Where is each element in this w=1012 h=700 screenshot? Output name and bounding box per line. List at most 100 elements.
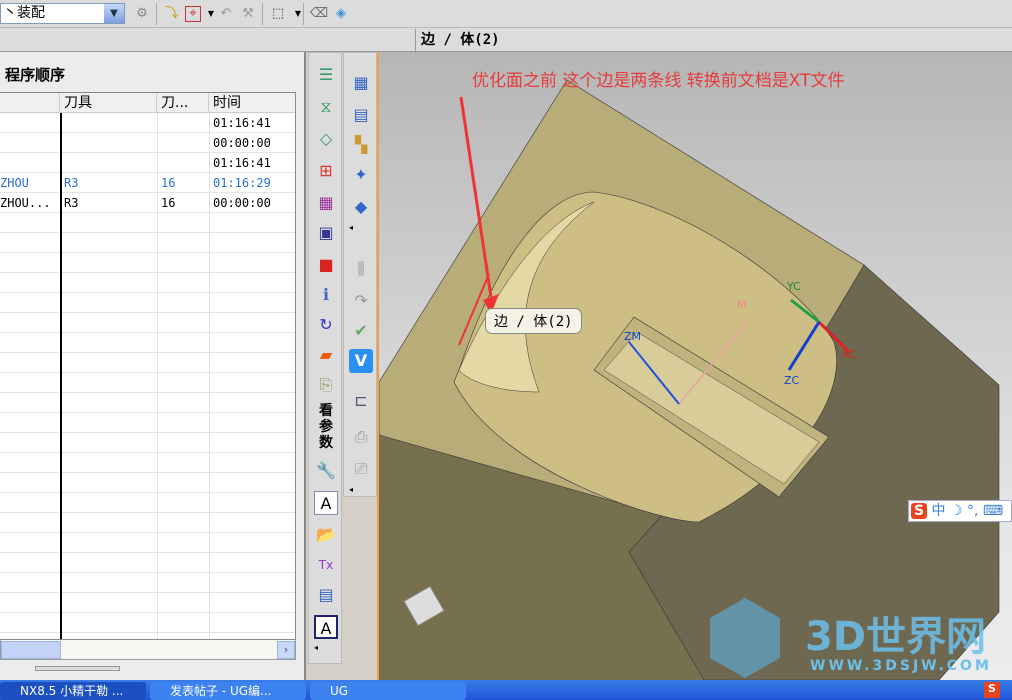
open-folder-icon[interactable]: 📂 xyxy=(314,523,338,547)
create-geometry-icon[interactable]: ▦ xyxy=(314,191,338,215)
table-row[interactable] xyxy=(0,273,295,293)
generate-path-icon[interactable]: ⫼ xyxy=(349,257,373,281)
column-header-tool[interactable]: 刀具 xyxy=(60,93,157,113)
tool-edit-icon[interactable]: 🔧 xyxy=(314,459,338,483)
table-row[interactable] xyxy=(0,593,295,613)
taskbar: NX8.5 小精干勒 ... 发表帖子 - UG编... UG S xyxy=(0,680,1012,700)
toolbar-more-icon[interactable]: ◂ xyxy=(314,643,318,652)
cell-tool: R3 xyxy=(64,176,79,190)
table-row[interactable]: ZHOU R3 16 01:16:29 xyxy=(0,173,295,193)
post-process-icon[interactable]: ⎘ xyxy=(314,373,338,397)
combo-arrow-button[interactable]: ▼ xyxy=(104,4,124,23)
cell-num: 16 xyxy=(161,176,176,190)
filter-icon[interactable]: ⤵ xyxy=(162,4,182,24)
table-row[interactable] xyxy=(0,573,295,593)
create-program-icon[interactable]: ▦ xyxy=(349,71,373,95)
table-row[interactable] xyxy=(0,433,295,453)
create-geometry2-icon[interactable]: ▚ xyxy=(349,133,373,157)
workpiece-icon[interactable]: ▣ xyxy=(314,221,338,245)
view-parameters-icon[interactable]: 看参数 xyxy=(317,403,335,451)
table-row[interactable] xyxy=(0,413,295,433)
table-row[interactable] xyxy=(0,613,295,633)
assembly-combo[interactable]: 丶装配 ▼ xyxy=(0,3,125,24)
undo-select-icon[interactable]: ↶ xyxy=(216,4,236,24)
cell-time: 00:00:00 xyxy=(213,196,271,210)
table-row[interactable] xyxy=(0,493,295,513)
keyboard-icon[interactable]: ⌨ xyxy=(983,503,1003,519)
taskbar-item-nx[interactable]: NX8.5 小精干勒 ... xyxy=(0,682,146,700)
method-view-icon[interactable]: ⊞ xyxy=(314,159,338,183)
panel-splitter[interactable] xyxy=(35,666,120,671)
table-row[interactable] xyxy=(0,313,295,333)
table-row[interactable] xyxy=(0,473,295,493)
table-row[interactable] xyxy=(0,513,295,533)
table-row[interactable] xyxy=(0,293,295,313)
rectangle-select-icon[interactable]: ⬚ xyxy=(268,4,288,24)
table-row[interactable] xyxy=(0,553,295,573)
navigator-title: 程序顺序 xyxy=(5,66,66,84)
ime-mode[interactable]: 中 xyxy=(932,503,946,519)
tray-sogou-icon[interactable]: S xyxy=(984,682,1000,698)
verify-path-icon[interactable]: ✔ xyxy=(349,319,373,343)
shop-doc-icon[interactable]: ⎙ xyxy=(349,425,373,449)
assembly-constraint-icon[interactable]: ⚙ xyxy=(132,4,152,24)
horizontal-scrollbar[interactable]: › xyxy=(0,640,296,660)
table-row[interactable] xyxy=(0,533,295,553)
create-method-icon[interactable]: ✦ xyxy=(349,163,373,187)
assembly-combo-value: 丶装配 xyxy=(3,5,45,21)
toolbar-more-icon[interactable]: ◂ xyxy=(349,223,353,232)
output-cls-icon[interactable]: ⎚ xyxy=(349,457,373,481)
table-row[interactable] xyxy=(0,353,295,373)
select-filter-icon[interactable]: ⌖ xyxy=(185,6,201,22)
geometry-view-icon[interactable]: ◇ xyxy=(314,127,338,151)
punctuation-toggle[interactable]: °, xyxy=(967,503,978,519)
table-row[interactable]: 00:00:00 xyxy=(0,133,295,153)
scrollbar-thumb[interactable] xyxy=(1,641,61,659)
replay-path-icon[interactable]: ↷ xyxy=(349,289,373,313)
cube-view-icon[interactable]: ◈ xyxy=(331,4,351,24)
text-edit-icon[interactable]: A xyxy=(314,491,338,515)
column-divider xyxy=(209,113,210,639)
graphics-viewport[interactable]: 优化面之前 这个边是两条线 转换前文档是XT文件 边 / 体(2) YC XC … xyxy=(377,52,1012,680)
info-icon[interactable]: ℹ xyxy=(314,283,338,307)
table-row[interactable] xyxy=(0,333,295,353)
column-header-tool-number[interactable]: 刀... xyxy=(157,93,209,113)
table-row[interactable] xyxy=(0,453,295,473)
table-row[interactable]: 01:16:41 xyxy=(0,113,295,133)
text-tool-icon[interactable]: Tx xyxy=(314,553,338,577)
dropdown-arrow-icon[interactable]: ▼ xyxy=(288,4,308,24)
tool-holder-icon[interactable]: ⊏ xyxy=(349,389,373,413)
table-row[interactable] xyxy=(0,373,295,393)
rotate-r-icon[interactable]: ↻ xyxy=(314,313,338,337)
table-row[interactable] xyxy=(0,233,295,253)
taskbar-item-ug[interactable]: UG xyxy=(310,682,466,700)
table-icon[interactable]: ▤ xyxy=(314,583,338,607)
3d-model[interactable] xyxy=(379,52,1012,680)
cell-name: ZHOU... xyxy=(0,196,51,210)
table-row[interactable] xyxy=(0,393,295,413)
program-order-view-icon[interactable]: ☰ xyxy=(314,63,338,87)
column-header-time[interactable]: 时间 xyxy=(209,93,295,113)
ime-status-bar[interactable]: S 中 ☽ °, ⌨ xyxy=(908,500,1012,522)
annotation-a-icon[interactable]: A xyxy=(314,615,338,639)
table-row[interactable] xyxy=(0,213,295,233)
snap-icon[interactable]: ⚒ xyxy=(238,4,258,24)
machine-tool-view-icon[interactable]: ⧖ xyxy=(314,95,338,119)
table-row[interactable]: ZHOU... R3 16 00:00:00 xyxy=(0,193,295,213)
verify-v-icon[interactable]: V xyxy=(349,349,373,373)
create-operation-icon[interactable]: ◆ xyxy=(349,195,373,219)
blank-icon[interactable]: ■ xyxy=(314,253,338,277)
table-row[interactable] xyxy=(0,253,295,273)
scroll-right-button[interactable]: › xyxy=(277,641,295,659)
eraser-icon[interactable]: ⌫ xyxy=(309,4,329,24)
moon-icon[interactable]: ☽ xyxy=(950,503,963,519)
separator xyxy=(262,3,263,25)
taskbar-item-browser[interactable]: 发表帖子 - UG编... xyxy=(150,682,306,700)
create-tool-icon[interactable]: ▤ xyxy=(349,103,373,127)
annotation-text: 优化面之前 这个边是两条线 转换前文档是XT文件 xyxy=(472,71,845,91)
table-row[interactable]: 01:16:41 xyxy=(0,153,295,173)
m-label: M xyxy=(737,298,747,311)
column-header-name[interactable] xyxy=(0,93,60,113)
toolbar-more-icon[interactable]: ◂ xyxy=(349,485,353,494)
layers-icon[interactable]: ▰ xyxy=(314,343,338,367)
